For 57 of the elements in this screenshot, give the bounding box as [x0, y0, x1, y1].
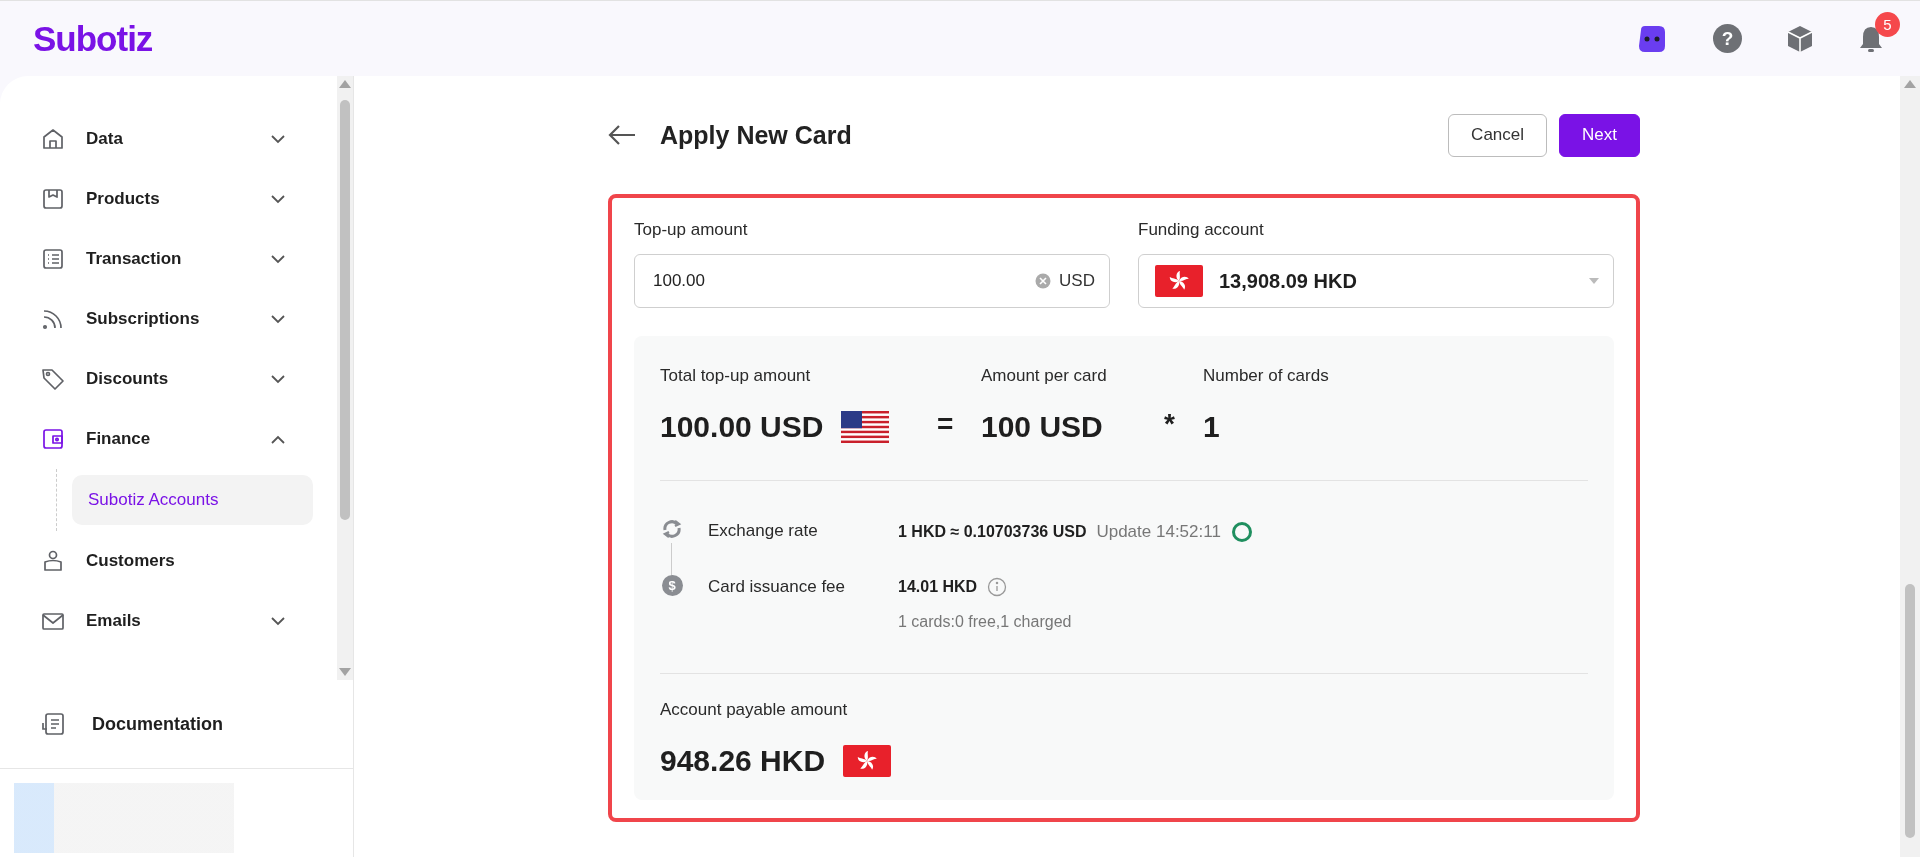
page-title: Apply New Card	[660, 120, 853, 150]
scrollbar-thumb[interactable]	[340, 100, 350, 520]
summary-label: Number of cards	[1203, 366, 1329, 386]
detail-value: 1 HKD ≈ 0.10703736 USD	[898, 523, 1087, 541]
info-icon[interactable]	[987, 577, 1008, 597]
refresh-status-icon[interactable]	[1230, 521, 1253, 543]
sidebar-item[interactable]: Data	[0, 109, 337, 169]
detail-value: 14.01 HKD	[898, 578, 978, 596]
sidebar-subitem[interactable]: Subotiz Accounts	[72, 475, 313, 525]
next-button[interactable]: Next	[1559, 113, 1640, 157]
cancel-button[interactable]: Cancel	[1448, 113, 1548, 157]
sidebar-item[interactable]: Products	[0, 169, 337, 229]
funding-account-dropdown[interactable]: 13,908.09 HKD	[1138, 254, 1614, 308]
payable-amount: 948.26 HKD	[660, 744, 826, 778]
unit-amount-value: 100 USD	[981, 410, 1103, 444]
sidebar-item[interactable]: Customers	[0, 531, 337, 591]
multiply-sign: *	[1164, 408, 1176, 441]
sidebar-item[interactable]: Emails	[0, 591, 337, 651]
sidebar-item[interactable]: Transaction	[0, 229, 337, 289]
fee-breakdown: 1 cards:0 free,1 charged	[898, 613, 1073, 631]
detail-label: Card issuance fee	[708, 576, 847, 598]
sidebar-item[interactable]: Discounts	[0, 349, 337, 409]
scroll-down-icon[interactable]	[339, 668, 351, 676]
field-label: Funding account	[1138, 220, 1265, 240]
clear-icon[interactable]	[1035, 273, 1052, 289]
scrollbar[interactable]	[337, 76, 353, 680]
hong-kong-flag-icon	[843, 745, 892, 777]
back-arrow-icon[interactable]	[608, 124, 636, 146]
detail-label: Exchange rate	[708, 520, 819, 542]
dropdown-caret-icon	[1589, 278, 1599, 284]
summary-label: Account payable amount	[660, 700, 849, 720]
scroll-up-icon[interactable]	[1904, 80, 1916, 88]
document-icon	[40, 711, 66, 737]
summary-label: Total top-up amount	[660, 366, 812, 386]
hong-kong-flag-icon	[1155, 265, 1203, 297]
sidebar-item[interactable]: Subscriptions	[0, 289, 337, 349]
help-icon[interactable]: ?	[1713, 24, 1742, 53]
currency-label: USD	[1059, 271, 1095, 291]
field-label: Top-up amount	[634, 220, 749, 240]
amount-input[interactable]: 100.00	[651, 270, 1028, 292]
summary-label: Amount per card	[981, 366, 1108, 386]
quantity-value: 1	[1203, 410, 1220, 444]
dollar-coin-icon: $	[661, 575, 683, 596]
total-amount: 100.00 USD	[660, 410, 824, 444]
scrollbar[interactable]	[1900, 76, 1920, 857]
scroll-up-icon[interactable]	[339, 80, 351, 88]
documentation-link[interactable]: Documentation	[0, 680, 353, 769]
update-time: Update 14:52:11	[1096, 522, 1221, 542]
notification-badge: 5	[1875, 11, 1900, 37]
scrollbar-thumb[interactable]	[1905, 584, 1915, 838]
sidebar-item[interactable]: Finance	[0, 409, 337, 469]
equals-sign: =	[937, 408, 955, 441]
box-icon[interactable]	[1786, 23, 1814, 54]
top-up-amount-field[interactable]: 100.00 USD	[634, 254, 1110, 308]
exchange-icon	[661, 519, 683, 539]
us-flag-icon	[841, 411, 890, 443]
app-logo[interactable]: Subotiz	[33, 18, 153, 59]
